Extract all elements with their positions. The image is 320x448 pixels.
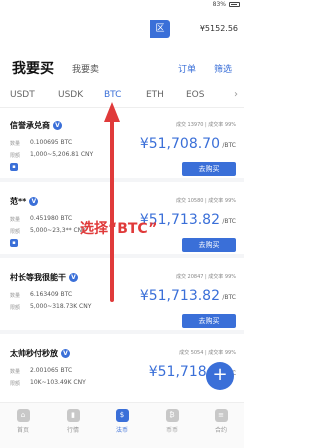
- merchant-name-wrap[interactable]: 范** V: [10, 196, 39, 207]
- sell-tab[interactable]: 我要卖: [72, 62, 99, 75]
- price: ¥51,708.70: [139, 136, 220, 152]
- buy-button[interactable]: 去购买: [182, 314, 236, 328]
- limit-value: 5,000~318.73K CNY: [30, 303, 92, 310]
- listing-card: 村长等我很能干 V 成交 20847 | 成交率 99% 数量 6.163409 …: [0, 262, 244, 334]
- bank-transfer-icon: ▪: [10, 239, 18, 247]
- bottom-nav: ⌂ 首页 ▮ 行情 $ 法币 ₿ 币币 ≡ 合约: [0, 402, 244, 448]
- region-chip[interactable]: 区: [150, 20, 170, 38]
- merchant-stats: 成交 5054 | 成交率 99%: [179, 350, 236, 356]
- quantity-label: 数量: [10, 217, 21, 223]
- orders-link[interactable]: 订单: [178, 62, 196, 75]
- merchant-name[interactable]: 太帅秒付秒放: [10, 349, 58, 358]
- nav-spot[interactable]: ₿ 币币: [155, 409, 189, 434]
- filter-link[interactable]: 筛选: [214, 62, 232, 75]
- limit-value: 5,000~23,3** CNY: [30, 227, 86, 234]
- limit-label: 限额: [10, 229, 21, 235]
- quantity-label: 数量: [10, 369, 21, 375]
- battery-percent: 83%: [212, 1, 226, 8]
- home-icon: ⌂: [16, 409, 30, 422]
- merchant-name-wrap[interactable]: 信誉承兑商 V: [10, 120, 62, 131]
- quantity-value: 2.001065 BTC: [30, 367, 73, 374]
- tab-eth[interactable]: ETH: [146, 90, 164, 100]
- chevron-right-icon[interactable]: ›: [234, 89, 238, 100]
- quantity-value: 0.100695 BTC: [30, 139, 73, 146]
- quantity-label: 数量: [10, 141, 21, 147]
- tab-usdk[interactable]: USDK: [58, 90, 83, 100]
- quantity-value: 0.451980 BTC: [30, 215, 73, 222]
- nav-market[interactable]: ▮ 行情: [56, 409, 90, 434]
- coin-tabs: USDT USDK BTC ETH EOS ›: [0, 86, 244, 108]
- merchant-stats: 成交 20847 | 成交率 99%: [175, 274, 236, 280]
- coin-icon: ₿: [165, 409, 179, 422]
- battery-icon: [229, 2, 240, 7]
- buy-button[interactable]: 去购买: [182, 238, 236, 252]
- limit-value: 1,000~5,206.81 CNY: [30, 151, 94, 158]
- price: ¥51,713.82: [139, 288, 220, 304]
- top-bar: 区 ¥5152.56: [0, 12, 244, 46]
- merchant-name-wrap[interactable]: 太帅秒付秒放 V: [10, 348, 70, 359]
- buy-button[interactable]: 去购买: [182, 162, 236, 176]
- fiat-icon: $: [115, 409, 129, 422]
- limit-value: 10K~103.49K CNY: [30, 379, 86, 386]
- nav-label: 法币: [115, 427, 128, 434]
- page-title-buy[interactable]: 我要买: [12, 58, 54, 78]
- contract-icon: ≡: [214, 409, 228, 422]
- nav-label: 行情: [66, 427, 79, 434]
- merchant-name-wrap[interactable]: 村长等我很能干 V: [10, 272, 78, 283]
- merchant-name[interactable]: 村长等我很能干: [10, 273, 66, 282]
- nav-contract[interactable]: ≡ 合约: [204, 409, 238, 434]
- add-button[interactable]: +: [206, 362, 234, 390]
- listing-card: 信誉承兑商 V 成交 13970 | 成交率 99% 数量 0.100695 BT…: [0, 110, 244, 182]
- page-header: 我要买 我要卖 订单 筛选: [0, 52, 244, 80]
- quantity-label: 数量: [10, 293, 21, 299]
- merchant-name[interactable]: 范**: [10, 197, 26, 206]
- price-unit: /BTC: [222, 218, 236, 225]
- merchant-stats: 成交 10580 | 成交率 99%: [175, 198, 236, 204]
- verified-icon: V: [69, 273, 78, 282]
- limit-label: 限额: [10, 381, 21, 387]
- chart-icon: ▮: [66, 409, 80, 422]
- price-unit: /BTC: [222, 142, 236, 149]
- quantity-value: 6.163409 BTC: [30, 291, 73, 298]
- annotation-label: 选择“BTC”: [80, 221, 158, 237]
- merchant-stats: 成交 13970 | 成交率 99%: [175, 122, 236, 128]
- verified-icon: V: [61, 349, 70, 358]
- status-bar: 83%: [0, 0, 244, 10]
- limit-label: 限额: [10, 305, 21, 311]
- tab-eos[interactable]: EOS: [186, 90, 204, 100]
- bank-transfer-icon: ▪: [10, 163, 18, 171]
- verified-icon: V: [53, 121, 62, 130]
- price-unit: /BTC: [222, 294, 236, 301]
- nav-label: 合约: [214, 427, 227, 434]
- limit-label: 限额: [10, 153, 21, 159]
- nav-label: 首页: [16, 427, 29, 434]
- balance-display: ¥5152.56: [199, 24, 238, 33]
- merchant-name[interactable]: 信誉承兑商: [10, 121, 50, 130]
- nav-home[interactable]: ⌂ 首页: [6, 409, 40, 434]
- nav-label: 币币: [165, 427, 178, 434]
- status-indicators: 83%: [213, 1, 240, 8]
- tab-usdt[interactable]: USDT: [10, 90, 35, 100]
- tab-btc[interactable]: BTC: [104, 90, 121, 100]
- verified-icon: V: [29, 197, 39, 206]
- nav-fiat[interactable]: $ 法币: [105, 409, 139, 434]
